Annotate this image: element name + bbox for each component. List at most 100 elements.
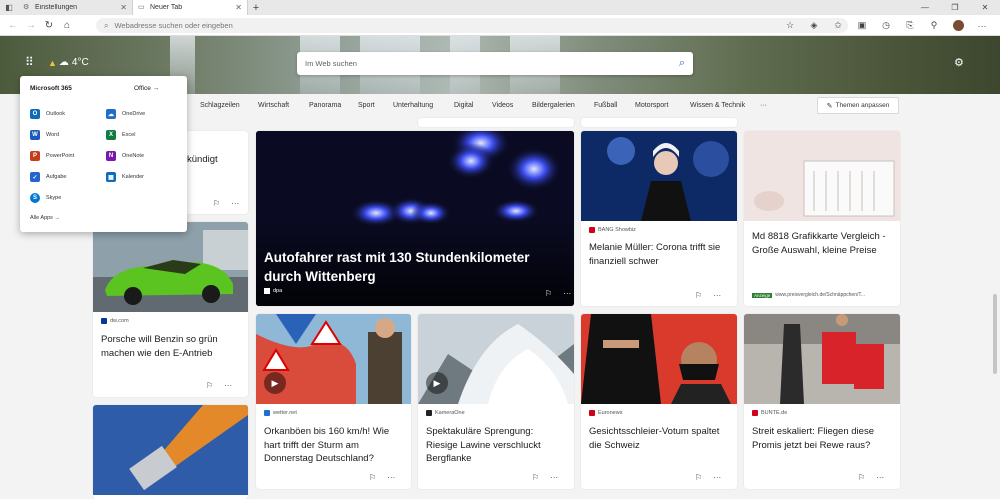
card-stub[interactable] [581, 118, 737, 127]
history-icon[interactable]: ◷ [874, 17, 898, 34]
tab-actions-icon[interactable]: ◧ [0, 0, 18, 15]
search-input[interactable]: Im Web suchen [305, 59, 671, 68]
card-title[interactable]: kündigt [187, 153, 240, 167]
scrollbar-thumb[interactable] [993, 294, 997, 374]
category-link[interactable]: Videos [492, 102, 513, 109]
more-menu-icon[interactable]: ··· [970, 17, 994, 34]
address-bar[interactable]: ⌕ Webadresse suchen oder eingeben [96, 18, 848, 33]
more-icon[interactable]: ··· [713, 291, 721, 300]
news-card[interactable]: ▶ KameraOne Spektakuläre Sprengung: Ries… [418, 314, 574, 489]
card-title[interactable]: Melanie Müller: Corona trifft sie finanz… [589, 241, 729, 268]
play-icon[interactable]: ▶ [426, 372, 448, 394]
app-outlook[interactable]: O Outlook [30, 109, 65, 119]
play-icon[interactable]: ▶ [264, 372, 286, 394]
category-link[interactable]: Motorsport [635, 102, 668, 109]
tab-settings[interactable]: ⚙ Einstellungen ✕ [18, 0, 133, 15]
customize-topics-button[interactable]: ✎ Themen anpassen [817, 97, 899, 114]
news-card[interactable] [93, 405, 248, 499]
feature-card[interactable]: Autofahrer rast mit 130 Stundenkilometer… [256, 131, 574, 306]
category-link[interactable]: Unterhaltung [393, 102, 433, 109]
more-icon[interactable]: ··· [550, 473, 558, 482]
profile-avatar[interactable] [946, 17, 970, 34]
feature-title[interactable]: Autofahrer rast mit 130 Stundenkilometer… [264, 248, 554, 286]
bookmark-icon[interactable]: ⚐ [369, 473, 376, 482]
home-icon[interactable]: ⌂ [58, 16, 76, 34]
card-title[interactable]: Streit eskaliert: Fliegen diese Promis j… [752, 425, 892, 452]
all-apps-link[interactable]: Alle Apps → [30, 215, 60, 221]
bookmark-icon[interactable]: ⚐ [858, 473, 865, 482]
category-link[interactable]: Schlagzeilen [200, 102, 240, 109]
page-settings-icon[interactable]: ⚙ [954, 56, 964, 69]
refresh-icon[interactable]: ↻ [40, 16, 58, 34]
powerpoint-icon: P [30, 151, 40, 161]
app-onedrive[interactable]: ☁ OneDrive [106, 109, 145, 119]
close-icon[interactable]: ✕ [120, 3, 127, 12]
card-title[interactable]: Porsche will Benzin so grün machen wie d… [101, 333, 240, 360]
ad-card[interactable]: Md 8818 Grafikkarte Vergleich - Große Au… [744, 131, 900, 306]
close-window-icon[interactable]: ✕ [970, 0, 1000, 15]
more-icon[interactable]: ··· [224, 381, 232, 390]
bookmark-icon[interactable]: ⚐ [695, 291, 702, 300]
search-icon[interactable]: ⌕ [671, 57, 693, 70]
category-link[interactable]: Wirtschaft [258, 102, 289, 109]
maximize-icon[interactable]: ❐ [940, 0, 970, 15]
favorites-icon[interactable]: ✩ [826, 17, 850, 34]
news-card[interactable]: Euronews Gesichtsschleier-Votum spaltet … [581, 314, 737, 489]
app-powerpoint[interactable]: P PowerPoint [30, 151, 74, 161]
source-logo [589, 410, 595, 416]
news-card[interactable]: ▶ wetter.net Orkanböen bis 160 km/h! Wie… [256, 314, 411, 489]
extension-icon[interactable]: ◈ [802, 17, 826, 34]
bookmark-icon[interactable]: ⚐ [695, 473, 702, 482]
category-link[interactable]: Wissen & Technik [690, 102, 745, 109]
favorite-star-icon[interactable]: ☆ [778, 17, 802, 34]
web-search-box[interactable]: Im Web suchen ⌕ [297, 52, 693, 75]
category-link[interactable]: Sport [358, 102, 375, 109]
tab-new-tab[interactable]: ▭ Neuer Tab ✕ [133, 0, 248, 15]
source-name: Euronews [598, 410, 623, 416]
more-icon[interactable]: ··· [876, 473, 884, 482]
news-card[interactable]: dw.com Porsche will Benzin so grün mache… [93, 222, 248, 397]
new-tab-button[interactable]: + [248, 2, 264, 14]
card-title[interactable]: Md 8818 Grafikkarte Vergleich - Große Au… [752, 230, 892, 257]
skype-icon: S [30, 193, 40, 203]
category-link[interactable]: Panorama [309, 102, 341, 109]
app-excel[interactable]: X Excel [106, 130, 135, 140]
bookmark-icon[interactable]: ⚐ [545, 289, 552, 298]
more-icon[interactable]: ··· [563, 289, 571, 298]
card-title[interactable]: Gesichtsschleier-Votum spaltet die Schwe… [589, 425, 729, 452]
screenshot-icon[interactable]: ⎘ [898, 17, 922, 34]
app-launcher-icon[interactable]: ⠿ [25, 55, 34, 69]
more-icon[interactable]: ··· [387, 473, 395, 482]
bookmark-icon[interactable]: ⚐ [206, 381, 213, 390]
card-title[interactable]: Orkanböen bis 160 km/h! Wie hart trifft … [264, 425, 403, 466]
minimize-icon[interactable]: — [910, 0, 940, 15]
news-card[interactable]: BANG Showbiz Melanie Müller: Corona trif… [581, 131, 737, 306]
article-image [581, 131, 737, 221]
ad-url[interactable]: www.preisvergleich.de/Schnäppchen/T... [775, 292, 865, 298]
app-calendar[interactable]: ▦ Kalender [106, 172, 144, 182]
app-word[interactable]: W Word [30, 130, 59, 140]
close-icon[interactable]: ✕ [235, 3, 242, 12]
bookmark-icon[interactable]: ⚐ [532, 473, 539, 482]
weather-widget[interactable]: ▲ ☁ 4°C [48, 57, 89, 68]
news-card[interactable]: BUNTE.de Streit eskaliert: Fliegen diese… [744, 314, 900, 489]
more-icon[interactable]: ··· [713, 473, 721, 482]
more-icon[interactable]: ··· [231, 199, 239, 208]
office-link[interactable]: Office → [134, 85, 159, 92]
app-tasks[interactable]: ✓ Aufgabe [30, 172, 67, 182]
back-icon[interactable]: ← [4, 16, 22, 34]
collections-icon[interactable]: ▣ [850, 17, 874, 34]
games-icon[interactable]: ⚲ [922, 17, 946, 34]
forward-icon[interactable]: → [22, 16, 40, 34]
category-link[interactable]: Bildergalerien [532, 102, 575, 109]
category-link[interactable]: Digital [454, 102, 473, 109]
more-categories-icon[interactable]: ··· [760, 102, 767, 109]
card-stub[interactable] [418, 118, 574, 127]
ad-source: Anzeige www.preisvergleich.de/Schnäppche… [752, 292, 865, 298]
category-link[interactable]: Fußball [594, 102, 617, 109]
app-skype[interactable]: S Skype [30, 193, 61, 203]
page-scrollbar[interactable] [992, 94, 998, 499]
card-title[interactable]: Spektakuläre Sprengung: Riesige Lawine v… [426, 425, 566, 466]
app-onenote[interactable]: N OneNote [106, 151, 144, 161]
bookmark-icon[interactable]: ⚐ [213, 199, 220, 208]
